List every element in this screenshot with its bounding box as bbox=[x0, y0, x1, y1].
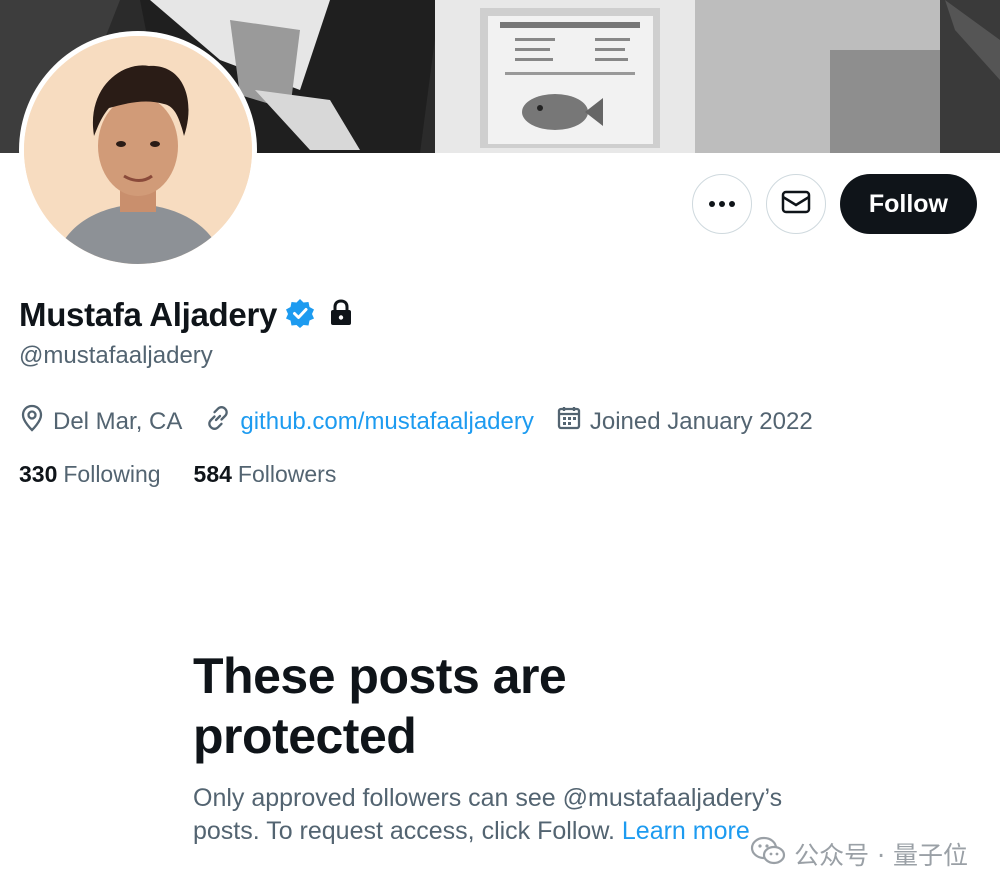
joined-item: Joined January 2022 bbox=[556, 405, 813, 438]
following-label: Following bbox=[63, 461, 161, 487]
website-item: github.com/mustafaaljadery bbox=[204, 404, 534, 439]
more-button[interactable] bbox=[691, 174, 752, 234]
protected-title: These posts are protected bbox=[193, 648, 567, 764]
following-count: 330 bbox=[19, 461, 58, 487]
calendar-icon bbox=[556, 405, 582, 438]
wechat-icon bbox=[750, 836, 786, 872]
verified-badge-icon[interactable] bbox=[285, 298, 315, 333]
follow-stats: 330 Following 584 Followers bbox=[19, 461, 336, 488]
mail-icon bbox=[781, 190, 811, 219]
followers-count: 584 bbox=[193, 461, 232, 487]
profile-actions: Follow bbox=[691, 174, 977, 234]
learn-more-link[interactable]: Learn more bbox=[622, 817, 750, 845]
website-link[interactable]: github.com/mustafaaljadery bbox=[240, 408, 533, 436]
lock-icon bbox=[329, 298, 353, 332]
profile-meta: Del Mar, CA github.com/mustafaaljadery J… bbox=[19, 404, 835, 439]
following-stat[interactable]: 330 Following bbox=[19, 461, 161, 488]
follow-button[interactable]: Follow bbox=[839, 174, 977, 234]
more-icon bbox=[708, 195, 736, 213]
location-text: Del Mar, CA bbox=[53, 407, 183, 435]
followers-stat[interactable]: 584 Followers bbox=[194, 461, 337, 488]
message-button[interactable] bbox=[765, 174, 826, 234]
followers-label: Followers bbox=[237, 461, 337, 487]
protected-description: Only approved followers can see @mustafa… bbox=[193, 782, 793, 848]
name-row: Mustafa Aljadery bbox=[19, 296, 353, 334]
protected-notice: These posts are protected Only approved … bbox=[193, 646, 793, 848]
location-pin-icon bbox=[19, 404, 45, 439]
profile-handle: @mustafaaljadery bbox=[19, 342, 213, 369]
joined-text: Joined January 2022 bbox=[589, 407, 813, 435]
watermark: 公众号 · 量子位 bbox=[750, 836, 968, 872]
location-item: Del Mar, CA bbox=[19, 404, 182, 439]
watermark-text: 公众号 · 量子位 bbox=[794, 841, 968, 870]
avatar[interactable] bbox=[19, 31, 257, 269]
link-icon bbox=[204, 404, 232, 439]
avatar-photo bbox=[24, 36, 252, 264]
display-name: Mustafa Aljadery bbox=[19, 296, 278, 333]
